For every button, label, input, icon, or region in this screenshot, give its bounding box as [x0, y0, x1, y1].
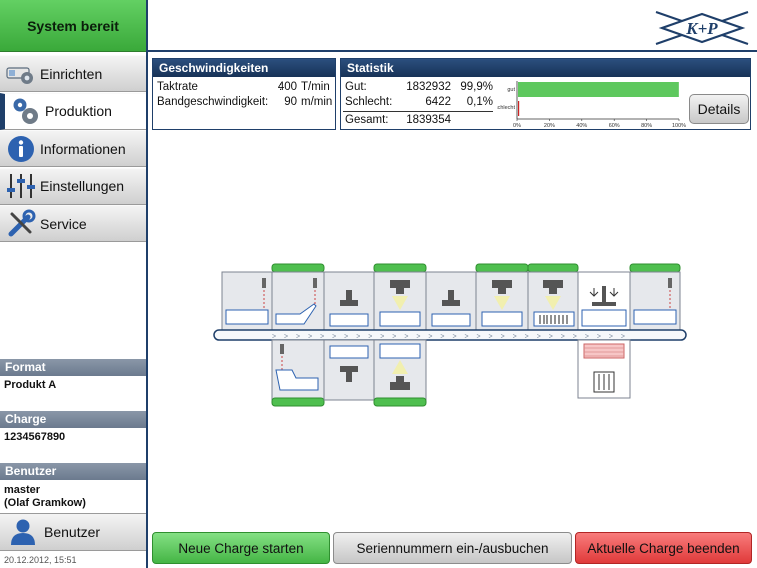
quality-bar-chart: gut schlecht 0% 20% 40% 60% 80% 100%	[497, 81, 686, 129]
station-1	[221, 271, 273, 333]
svg-text:> > > > > > > > > > > > > > >: > > > > > > > > > > > > > > > > > > > > …	[272, 334, 628, 341]
current-datetime: 20.12.2012, 15:51	[4, 555, 77, 565]
station-2	[271, 263, 325, 333]
chart-tick-label: 60%	[609, 123, 620, 129]
chart-bar-label-gut: gut	[507, 87, 515, 93]
station-8	[577, 271, 631, 333]
statistics-sum-line	[343, 111, 493, 112]
station-lower-3	[373, 339, 427, 407]
station-lower-reject	[577, 339, 631, 399]
gesamt-value: 1839354	[406, 114, 451, 126]
info-icon	[4, 134, 38, 164]
details-button[interactable]: Details	[689, 94, 749, 124]
end-charge-button-label: Aktuelle Charge beenden	[587, 540, 740, 556]
wrench-screwdriver-icon	[4, 209, 38, 239]
format-label: Format	[0, 359, 146, 376]
user-button[interactable]: Benutzer	[0, 513, 146, 551]
machine-line-diagram: > > > > > > > > > > > > > > > > > > > > …	[213, 263, 687, 407]
chart-bar-label-schlecht: schlecht	[497, 105, 515, 111]
bandgeschwindigkeit-unit: m/min	[301, 96, 333, 108]
station-5	[425, 271, 477, 333]
end-charge-button[interactable]: Aktuelle Charge beenden	[575, 532, 752, 564]
serial-numbers-button-label: Seriennummern ein-/ausbuchen	[356, 540, 549, 556]
taktrate-unit: T/min	[301, 81, 330, 93]
details-button-label: Details	[697, 101, 741, 117]
chart-tick-label: 80%	[641, 123, 652, 129]
new-charge-button-label: Neue Charge starten	[178, 540, 304, 556]
gut-percent: 99,9%	[460, 81, 493, 93]
serial-numbers-button[interactable]: Seriennummern ein-/ausbuchen	[333, 532, 572, 564]
sidebar: System bereit Einrichten Produktion Info…	[0, 0, 148, 568]
nav-label-informationen: Informationen	[40, 140, 126, 157]
gut-value: 1832932	[406, 81, 451, 93]
speeds-panel-title: Geschwindigkeiten	[153, 59, 335, 77]
bandgeschwindigkeit-value: 90	[284, 96, 297, 108]
nav-item-informationen[interactable]: Informationen	[0, 130, 146, 168]
chart-tick-label: 20%	[544, 123, 555, 129]
schlecht-percent: 0,1%	[466, 96, 493, 108]
nav-item-service[interactable]: Service	[0, 205, 146, 243]
company-logo: K+P	[652, 8, 752, 48]
station-lower-2	[323, 339, 375, 401]
statistics-panel: Statistik Gut: 1832932 99,9% Schlecht: 6…	[340, 58, 751, 130]
nav-label-einstellungen: Einstellungen	[40, 178, 125, 195]
taktrate-value: 400	[277, 81, 297, 93]
nav-item-einstellungen[interactable]: Einstellungen	[0, 167, 146, 205]
nav-item-produktion[interactable]: Produktion	[0, 92, 146, 130]
charge-value: 1234567890	[4, 431, 66, 443]
nav-label-produktion: Produktion	[45, 103, 112, 120]
system-status-label: System bereit	[27, 17, 119, 34]
station-7	[527, 263, 579, 333]
benutzer-value-login: master	[4, 484, 41, 496]
station-9	[629, 263, 681, 333]
main-navigation: Einrichten Produktion Informationen Eins…	[0, 55, 146, 243]
benutzer-value-name: (Olaf Gramkow)	[4, 497, 86, 509]
user-button-label: Benutzer	[44, 524, 101, 540]
chart-bar-gut	[518, 82, 679, 97]
schlecht-label: Schlecht:	[345, 96, 393, 108]
header-divider	[148, 50, 757, 52]
new-charge-button[interactable]: Neue Charge starten	[152, 532, 330, 564]
chart-tick-label: 100%	[672, 123, 686, 129]
nav-item-einrichten[interactable]: Einrichten	[0, 55, 146, 92]
chart-bar-schlecht	[518, 101, 520, 116]
station-lower-1	[271, 339, 325, 407]
station-3	[323, 271, 375, 333]
logo-text: K+P	[685, 19, 718, 38]
user-icon	[6, 518, 40, 546]
sliders-icon	[4, 171, 38, 201]
system-status-indicator: System bereit	[0, 0, 146, 52]
taktrate-label: Taktrate	[157, 81, 198, 93]
format-value: Produkt A	[4, 379, 57, 391]
chart-tick-label: 40%	[576, 123, 587, 129]
chart-tick-label: 0%	[513, 123, 521, 129]
station-6	[475, 263, 529, 333]
station-4	[373, 263, 427, 333]
machine-gear-icon	[4, 59, 38, 89]
benutzer-label: Benutzer	[0, 463, 146, 480]
nav-label-service: Service	[40, 215, 87, 232]
bandgeschwindigkeit-label: Bandgeschwindigkeit:	[157, 96, 269, 108]
gesamt-label: Gesamt:	[345, 114, 389, 126]
gears-icon	[9, 96, 43, 126]
schlecht-value: 6422	[425, 96, 451, 108]
gut-label: Gut:	[345, 81, 367, 93]
nav-label-einrichten: Einrichten	[40, 65, 103, 82]
charge-label: Charge	[0, 411, 146, 428]
speeds-panel: Geschwindigkeiten Taktrate : 400 T/min B…	[152, 58, 336, 130]
app-window: System bereit Einrichten Produktion Info…	[0, 0, 757, 568]
statistics-panel-title: Statistik	[341, 59, 750, 77]
